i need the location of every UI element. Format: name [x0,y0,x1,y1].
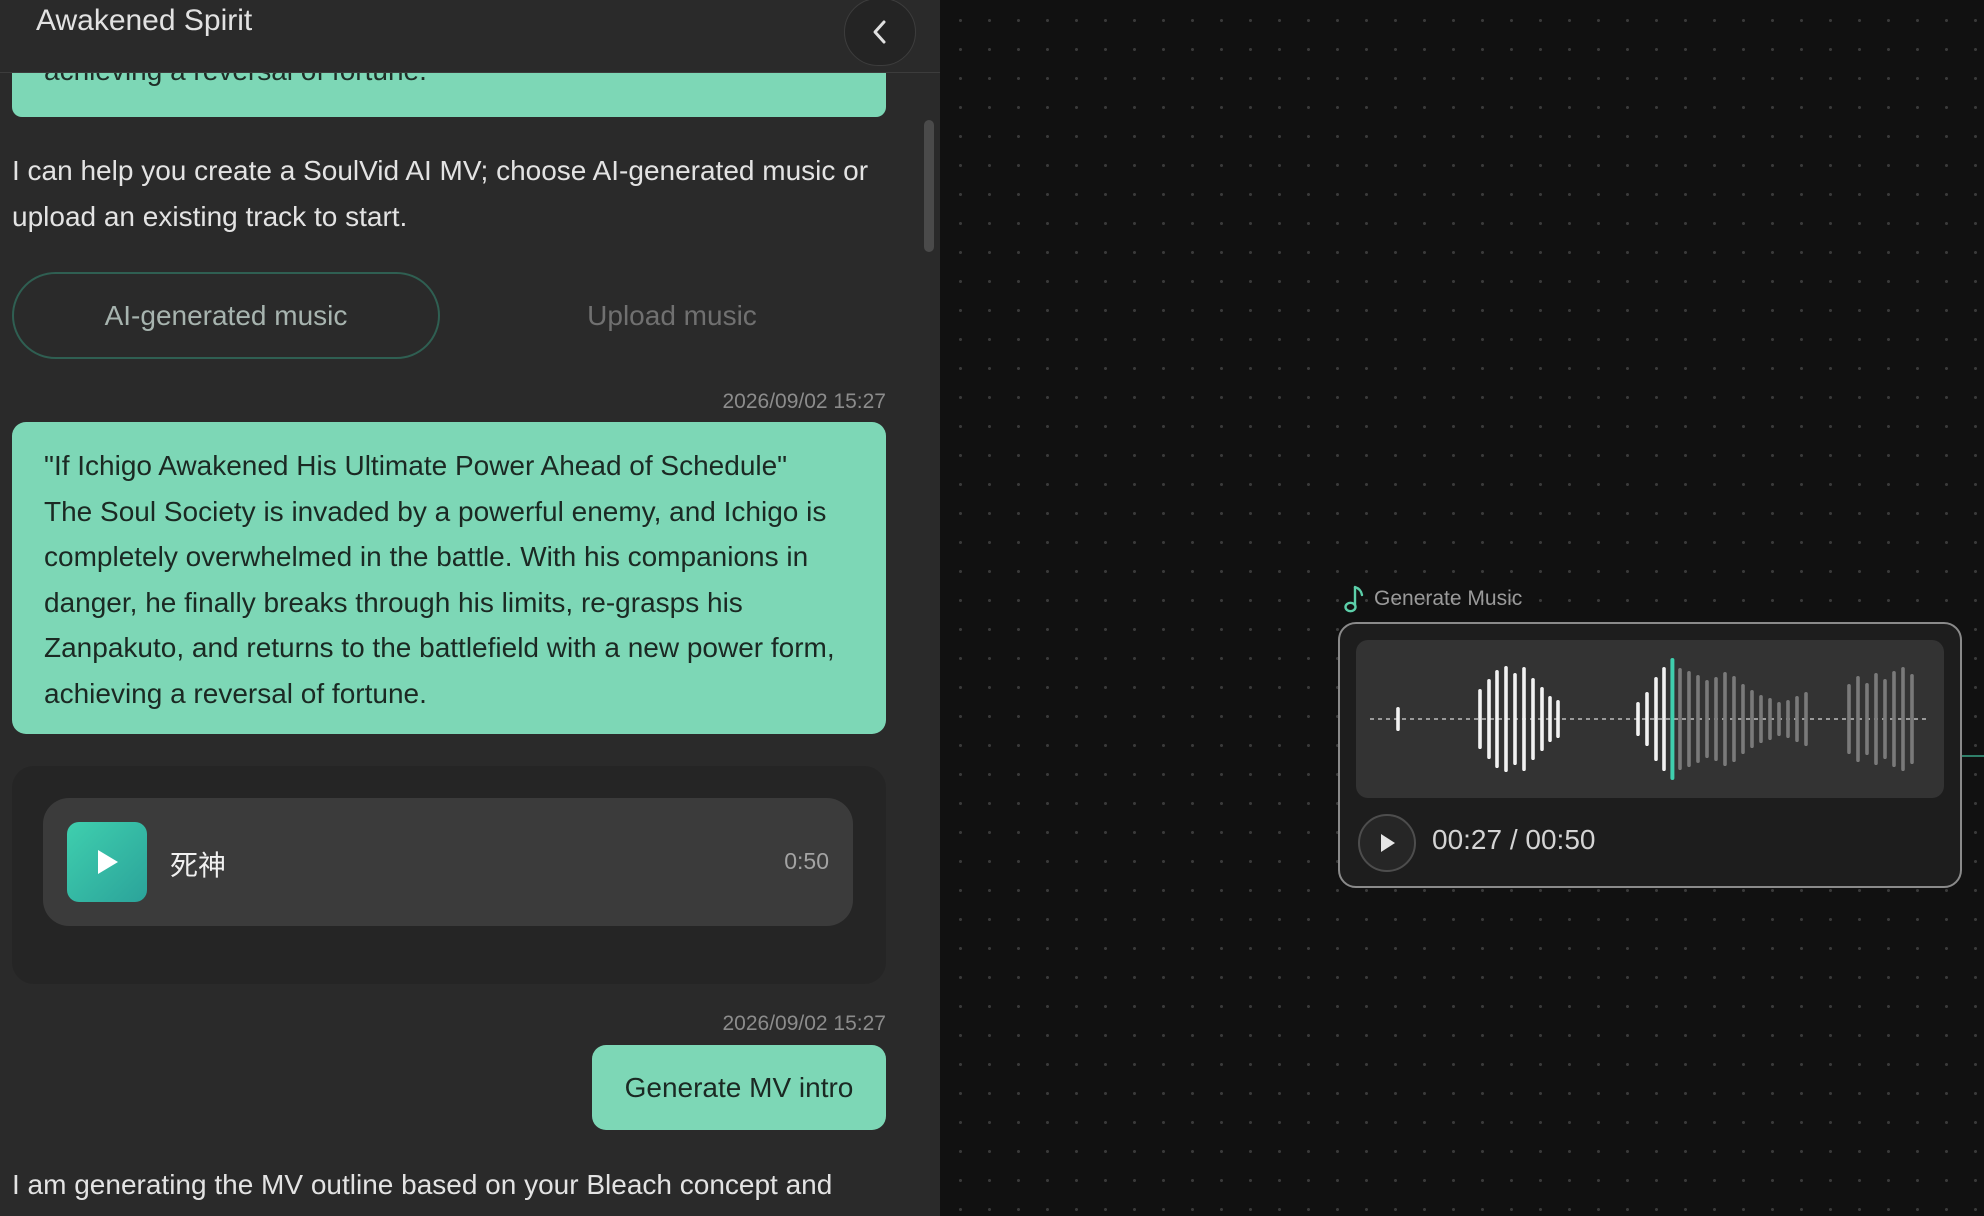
ai-generated-music-button[interactable]: AI-generated music [12,272,440,359]
user-message-bubble: Generate MV intro [592,1045,886,1130]
waveform-bar [1732,676,1736,762]
collapse-panel-button[interactable] [844,0,916,66]
prompt-body: The Soul Society is invaded by a powerfu… [44,495,835,709]
waveform-bar [1705,680,1709,758]
waveform-bar [1478,689,1482,749]
waveform-bar [1513,673,1517,765]
message-timestamp: 2026/09/02 15:27 [722,1012,887,1035]
waveform-bar [1910,674,1914,764]
chat-panel: achieving a reversal of fortune. Awakene… [0,0,940,1216]
chat-header: Awakened Spirit [0,0,940,73]
waveform-bar [1540,687,1544,751]
waveform-bar [1495,670,1499,768]
waveform-playhead [1670,658,1675,780]
waveform-bar [1714,677,1718,761]
track-duration: 0:50 [784,848,829,874]
music-note-icon [1344,585,1364,613]
waveform-bar [1548,696,1552,742]
waveform-bar [1874,673,1878,765]
waveform-bar [1504,666,1508,772]
assistant-intro-message: I can help you create a SoulVid AI MV; c… [12,155,869,232]
node-label: Generate Music [1342,584,1522,614]
waveform-bar [1687,671,1691,767]
upload-music-button[interactable]: Upload music [462,272,882,359]
waveform-bar [1795,696,1799,742]
waveform-bar [1804,692,1808,746]
waveform-bar [1768,698,1772,740]
waveform-bar [1865,683,1869,755]
waveform-bar [1847,684,1851,754]
playback-time: 00:27 / 00:50 [1432,824,1596,855]
waveform-bar [1883,679,1887,759]
waveform-bar [1856,676,1860,762]
waveform-bar [1636,702,1640,736]
chat-title: Awakened Spirit [36,4,253,37]
waveform-bar [1777,702,1781,736]
waveform-bar [1892,671,1896,767]
node-label-text: Generate Music [1374,587,1523,610]
node-connection-edge [1962,755,1984,757]
user-message-text: Generate MV intro [624,1071,854,1103]
chevron-left-icon [873,20,886,44]
waveform-bar [1487,679,1491,759]
waveform-bar [1654,677,1658,761]
node-play-button[interactable] [1358,814,1416,872]
waveform-bar [1786,700,1790,738]
waveform-bar [1396,707,1400,731]
user-prompt-bubble: "If Ichigo Awakened His Ultimate Power A… [12,422,886,734]
chat-scrollbar[interactable] [924,120,934,252]
waveform-bar [1750,690,1754,748]
waveform-bar [1522,667,1526,771]
waveform-bar [1531,678,1535,760]
play-icon [98,850,118,874]
waveform-bar [1759,695,1763,743]
waveform-bar [1645,692,1649,746]
track-name: 死神 [170,850,227,881]
waveform-bar [1556,700,1560,738]
music-result-card: 死神 0:50 [12,766,886,984]
waveform-bar [1901,667,1905,771]
generate-music-node[interactable]: 00:27 / 00:50 [1338,622,1962,888]
waveform-bar [1662,667,1666,771]
waveform-graphic [1370,658,1930,780]
waveform-bar [1741,684,1745,754]
play-icon [1381,834,1395,852]
waveform-bar [1678,668,1682,770]
message-timestamp: 2026/09/02 15:27 [722,390,887,413]
prompt-title: "If Ichigo Awakened His Ultimate Power A… [44,450,788,481]
waveform[interactable] [1356,640,1944,798]
track-play-button[interactable] [67,822,147,902]
waveform-bar [1723,672,1727,766]
waveform-bar [1696,675,1700,763]
assistant-status-message: I am generating the MV outline based on … [12,1169,833,1200]
track-item[interactable]: 死神 0:50 [43,798,853,926]
